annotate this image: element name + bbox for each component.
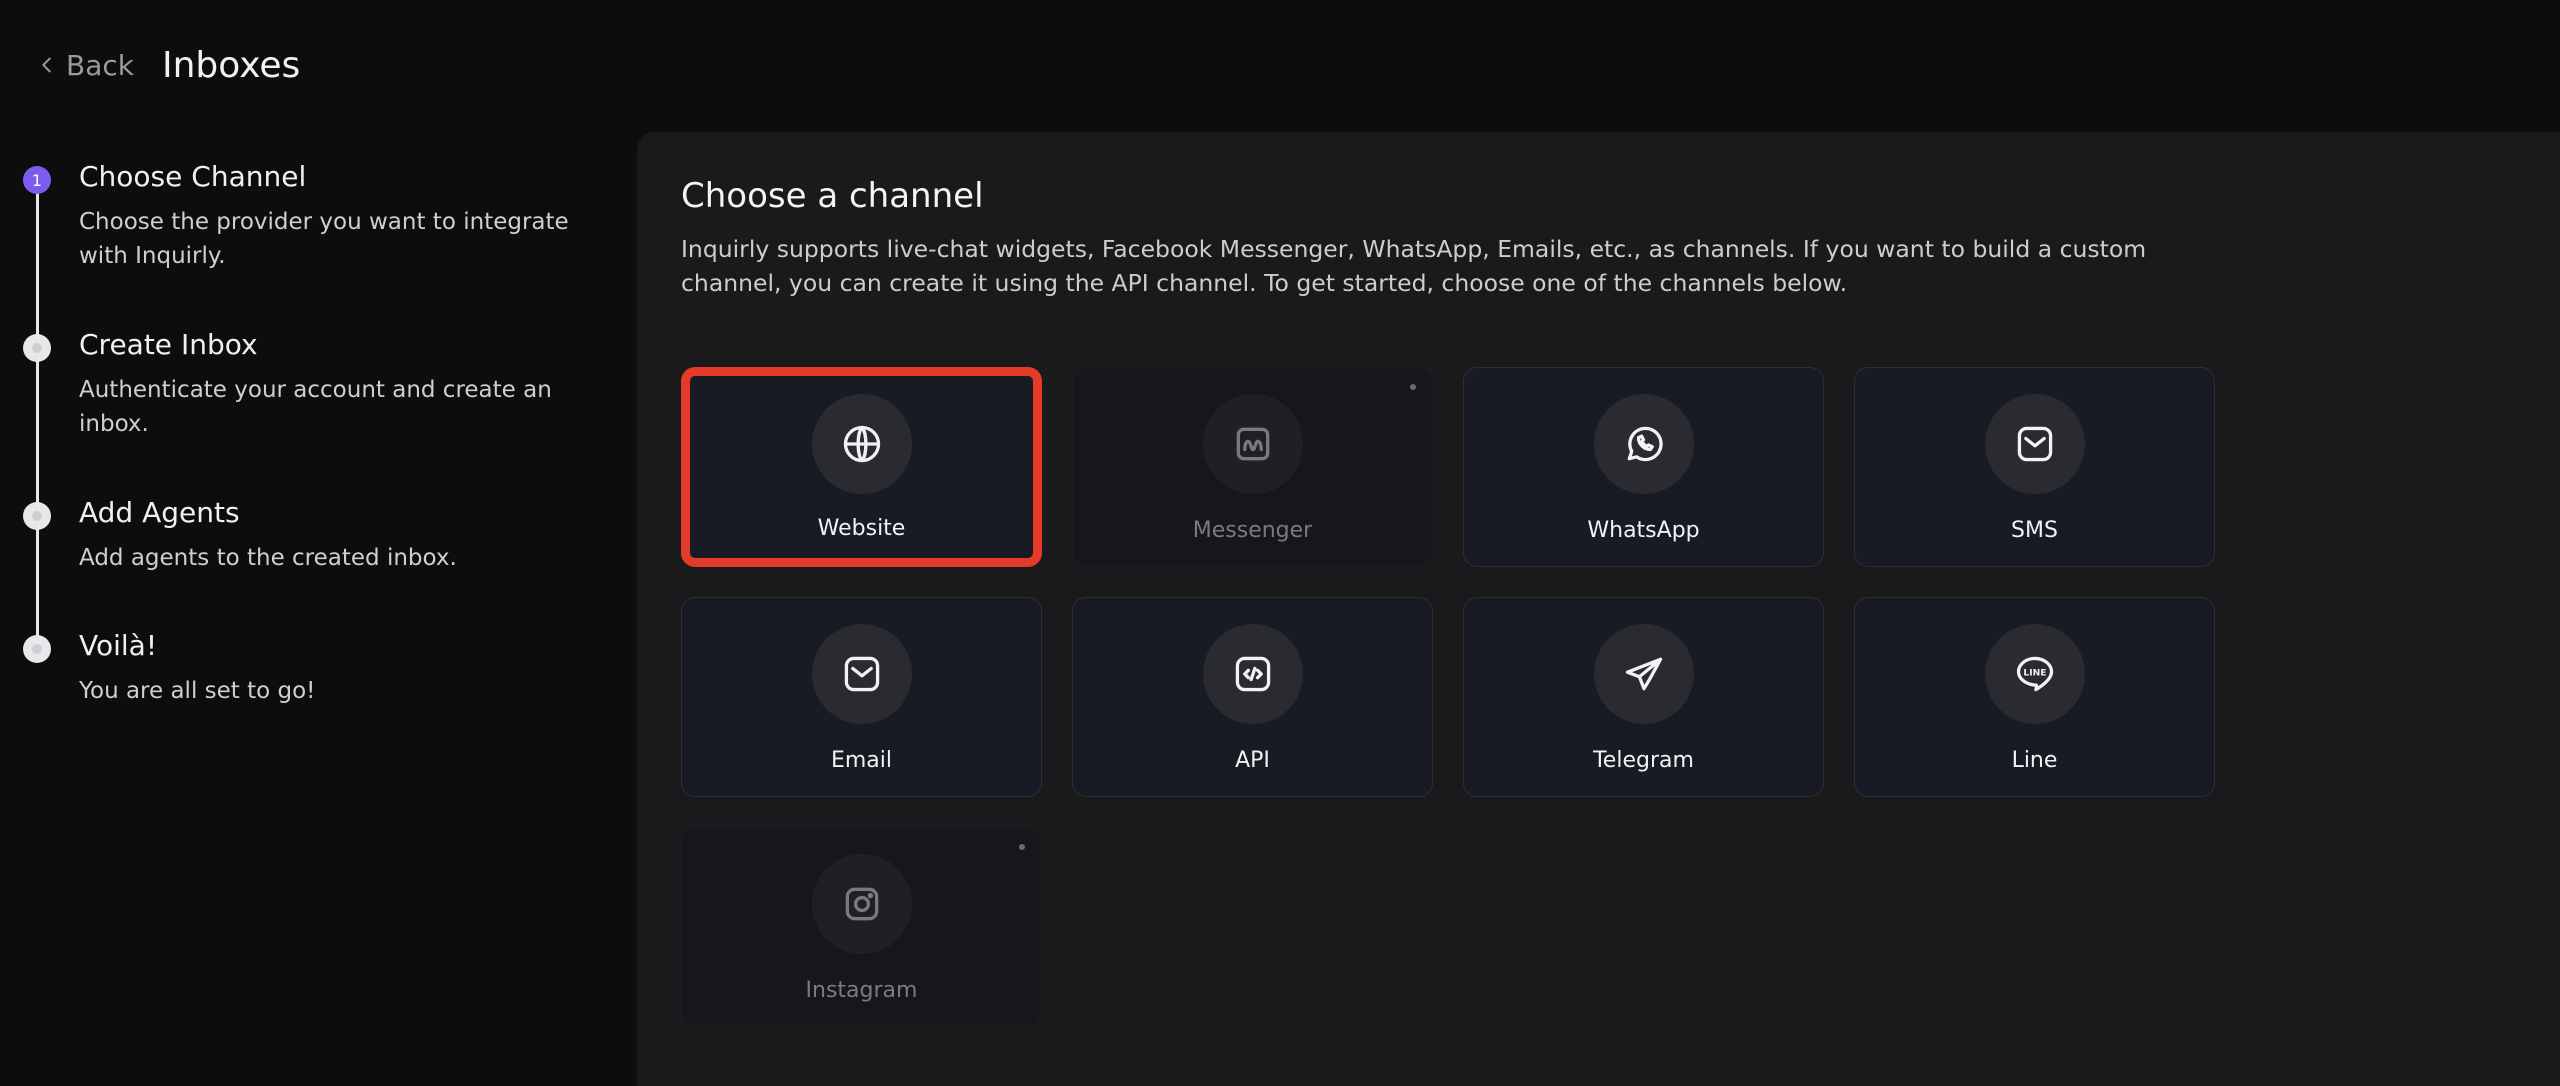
channel-label: Email xyxy=(830,748,893,773)
channel-icon-wrap xyxy=(811,854,912,954)
sms-icon xyxy=(2017,426,2052,462)
channel-label: SMS xyxy=(2011,518,2058,543)
channel-card-whatsapp[interactable]: WhatsApp xyxy=(1463,367,1824,567)
channel-card-api[interactable]: API xyxy=(1072,597,1433,797)
channel-panel: Choose a channel Inquirly supports live-… xyxy=(637,132,2560,1086)
step-description: You are all set to go! xyxy=(79,678,316,704)
back-label: Back xyxy=(66,48,134,82)
channel-icon-wrap xyxy=(1984,394,2085,494)
svg-text:LINE: LINE xyxy=(2023,667,2046,678)
channel-card-line[interactable]: LINE Line xyxy=(1854,597,2215,797)
instagram-icon xyxy=(845,887,878,921)
channel-card-messenger: Messenger xyxy=(1072,367,1433,567)
step-title: Create Inbox xyxy=(79,328,258,361)
api-icon xyxy=(1235,656,1270,692)
channel-label: Line xyxy=(2011,748,2058,773)
channel-label: WhatsApp xyxy=(1587,518,1700,543)
channel-icon-wrap xyxy=(1202,624,1303,724)
step-title: Voilà! xyxy=(79,629,158,662)
step-voila: Voilà! You are all set to go! xyxy=(0,619,600,787)
channel-icon-wrap xyxy=(1593,394,1694,494)
step-description: Authenticate your account and create an … xyxy=(79,377,552,437)
step-title: Add Agents xyxy=(79,496,240,529)
messenger-icon xyxy=(1236,427,1269,461)
channel-icon-wrap: LINE xyxy=(1984,624,2085,724)
channel-label: Website xyxy=(817,516,906,541)
email-icon xyxy=(844,656,879,692)
channel-grid: Website Messenger WhatsApp SMS Email API… xyxy=(681,367,2215,1027)
status-dot xyxy=(1410,384,1416,390)
channel-icon-wrap xyxy=(811,394,912,494)
back-button[interactable]: Back xyxy=(36,49,134,82)
panel-description: Inquirly supports live-chat widgets, Fac… xyxy=(681,235,2147,297)
channel-icon-wrap xyxy=(1593,624,1694,724)
channel-card-instagram: Instagram xyxy=(681,827,1042,1027)
channel-label: Instagram xyxy=(805,978,918,1003)
step-dot xyxy=(23,635,51,663)
wizard-steps: 1 Choose Channel Choose the provider you… xyxy=(0,150,600,787)
step-choose-channel: 1 Choose Channel Choose the provider you… xyxy=(0,150,600,318)
status-dot xyxy=(1019,844,1025,850)
channel-label: API xyxy=(1235,748,1270,773)
panel-title: Choose a channel xyxy=(681,176,984,216)
chevron-left-icon xyxy=(42,57,51,73)
globe-icon xyxy=(843,425,880,463)
page-header: Back Inboxes xyxy=(36,40,300,90)
channel-card-email[interactable]: Email xyxy=(681,597,1042,797)
channel-card-website[interactable]: Website xyxy=(681,367,1042,567)
channel-label: Messenger xyxy=(1192,518,1313,543)
step-dot xyxy=(23,334,51,362)
line-icon: LINE xyxy=(2016,656,2053,692)
channel-icon-wrap xyxy=(1202,394,1303,494)
whatsapp-icon xyxy=(1627,426,1663,462)
step-number-badge: 1 xyxy=(23,166,51,194)
channel-card-sms[interactable]: SMS xyxy=(1854,367,2215,567)
step-dot xyxy=(23,502,51,530)
step-description: Add agents to the created inbox. xyxy=(79,545,457,571)
channel-card-telegram[interactable]: Telegram xyxy=(1463,597,1824,797)
page-title: Inboxes xyxy=(161,44,301,86)
step-create-inbox: Create Inbox Authenticate your account a… xyxy=(0,318,600,486)
channel-icon-wrap xyxy=(811,624,912,724)
step-add-agents: Add Agents Add agents to the created inb… xyxy=(0,486,600,619)
channel-label: Telegram xyxy=(1593,748,1694,773)
step-title: Choose Channel xyxy=(79,160,307,193)
step-description: Choose the provider you want to integrat… xyxy=(79,209,569,269)
telegram-icon xyxy=(1625,657,1662,691)
